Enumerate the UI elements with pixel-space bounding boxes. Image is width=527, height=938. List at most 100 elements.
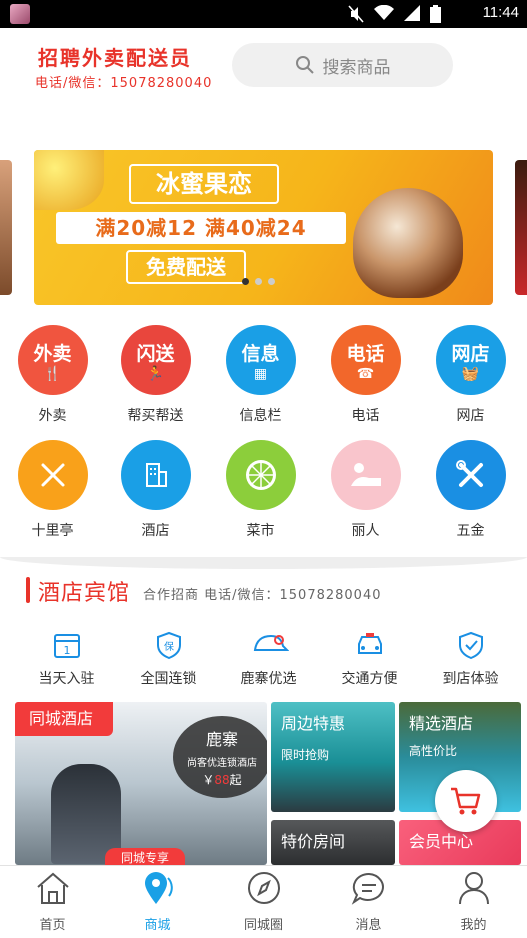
banner-title: 冰蜜果恋 bbox=[129, 164, 279, 204]
category-label: 十里亭 bbox=[31, 523, 74, 539]
svg-text:1: 1 bbox=[63, 644, 70, 657]
user-icon bbox=[458, 872, 489, 905]
feature-label: 交通方便 bbox=[341, 671, 398, 687]
banner-next-peek[interactable] bbox=[515, 160, 527, 295]
feature-item: 鹿寨优选 bbox=[216, 628, 321, 688]
category-hotel[interactable]: 酒店 bbox=[103, 440, 208, 540]
tab-profile[interactable]: 我的 bbox=[421, 870, 526, 933]
cart-button[interactable] bbox=[435, 770, 497, 832]
signal-icon bbox=[404, 5, 420, 21]
fork-knife-icon bbox=[17, 440, 88, 510]
check-shield-icon bbox=[458, 631, 483, 660]
tile-special-rooms[interactable]: 特价房间 bbox=[271, 820, 395, 865]
brand-contact: 电话/微信：15078280040 bbox=[35, 76, 213, 91]
feature-item: 交通方便 bbox=[317, 628, 422, 688]
tile-subtitle: 高性价比 bbox=[409, 744, 458, 758]
cart-icon bbox=[451, 787, 481, 815]
carousel-dots bbox=[242, 278, 275, 285]
shop-icon: 网店 🧺 bbox=[435, 325, 506, 395]
feature-item: 到店体验 bbox=[418, 628, 523, 688]
carousel-dot[interactable] bbox=[255, 278, 262, 285]
tab-label: 商城 bbox=[144, 918, 171, 933]
feature-item: 保 全国连锁 bbox=[116, 628, 221, 688]
tab-messages[interactable]: 消息 bbox=[316, 870, 421, 933]
tile-city-hotel[interactable]: 同城酒店 鹿寨 尚客优连锁酒店 ￥88起 同城专享 bbox=[15, 702, 267, 865]
category-label: 外卖 bbox=[38, 408, 67, 424]
category-label: 五金 bbox=[456, 523, 485, 539]
city-exclusive-banner: 同城专享 bbox=[105, 848, 185, 865]
tab-label: 首页 bbox=[39, 918, 66, 933]
category-label: 网店 bbox=[456, 408, 485, 424]
mute-icon bbox=[348, 5, 364, 23]
category-label: 丽人 bbox=[351, 523, 380, 539]
section-divider bbox=[0, 557, 527, 569]
search-icon bbox=[295, 56, 314, 74]
phone-icon: 电话 ☎ bbox=[330, 325, 401, 395]
tile-title: 特价房间 bbox=[281, 832, 346, 851]
search-bar[interactable]: 搜索商品 bbox=[232, 43, 453, 87]
carousel-dot[interactable] bbox=[242, 278, 249, 285]
category-label: 电话 bbox=[351, 408, 380, 424]
category-label: 菜市 bbox=[246, 523, 275, 539]
feature-item: 1 当天入驻 bbox=[14, 628, 119, 688]
banner-free-delivery: 免费配送 bbox=[126, 250, 246, 284]
section-title: 酒店宾馆 bbox=[38, 581, 131, 606]
tile-title: 精选酒店 bbox=[409, 714, 474, 733]
status-time: 11:44 bbox=[482, 4, 519, 21]
home-icon bbox=[36, 872, 69, 904]
banner-prev-peek[interactable] bbox=[0, 160, 12, 295]
category-info[interactable]: 信息 ▦ 信息栏 bbox=[208, 325, 313, 425]
category-waimai[interactable]: 外卖 🍴 外卖 bbox=[0, 325, 105, 425]
tile-subtitle: 限时抢购 bbox=[281, 748, 330, 762]
tab-mall[interactable]: 商城 bbox=[105, 870, 210, 933]
carousel-dot[interactable] bbox=[268, 278, 275, 285]
category-shansong[interactable]: 闪送 🏃 帮买帮送 bbox=[103, 325, 208, 425]
tab-city-circle[interactable]: 同城圈 bbox=[211, 870, 316, 933]
hotel-features: 1 当天入驻 保 全国连锁 鹿寨优选 交通方便 到店体验 bbox=[0, 628, 527, 688]
tab-label: 同城圈 bbox=[243, 918, 283, 933]
calendar-icon: 1 bbox=[53, 634, 80, 658]
city-hotel-tag: 同城酒店 bbox=[15, 702, 113, 736]
category-shiliting[interactable]: 十里亭 bbox=[0, 440, 105, 540]
tab-home[interactable]: 首页 bbox=[0, 870, 105, 933]
tab-label: 我的 bbox=[460, 918, 487, 933]
header: 招聘外卖配送员 电话/微信：15078280040 搜索商品 bbox=[0, 28, 527, 118]
search-placeholder: 搜索商品 bbox=[322, 57, 391, 78]
building-icon bbox=[120, 440, 191, 510]
wifi-icon bbox=[374, 5, 394, 20]
category-hardware[interactable]: 五金 bbox=[418, 440, 523, 540]
banner-deal: 满20减12 满40减24 bbox=[56, 212, 346, 244]
info-icon: 信息 ▦ bbox=[225, 325, 296, 395]
category-beauty[interactable]: 丽人 bbox=[313, 440, 418, 540]
spa-icon bbox=[330, 440, 401, 510]
category-label: 酒店 bbox=[141, 523, 170, 539]
lemon-icon bbox=[225, 440, 296, 510]
promo-price: ￥88起 bbox=[202, 773, 242, 787]
category-row: 外卖 🍴 外卖 闪送 🏃 帮买帮送 信息 ▦ 信息栏 电话 ☎ 电话 网店 🧺 网店 bbox=[0, 325, 527, 435]
drink-image bbox=[353, 188, 463, 298]
waimai-icon: 外卖 🍴 bbox=[17, 325, 88, 395]
category-market[interactable]: 菜市 bbox=[208, 440, 313, 540]
section-subtitle: 合作招商 电话/微信：15078280040 bbox=[143, 588, 382, 603]
tools-icon bbox=[435, 440, 506, 510]
battery-icon bbox=[430, 5, 441, 23]
bottom-tab-bar: 首页 商城 同城圈 消息 我的 bbox=[0, 865, 527, 938]
section-accent-bar bbox=[26, 577, 30, 603]
brand-title: 招聘外卖配送员 bbox=[38, 46, 192, 70]
feature-label: 当天入驻 bbox=[38, 671, 95, 687]
category-label: 帮买帮送 bbox=[127, 408, 184, 424]
car-icon bbox=[357, 633, 382, 654]
status-bar: 11:44 bbox=[0, 0, 527, 28]
promo-hotel-name: 鹿寨 bbox=[205, 730, 238, 749]
promo-hotel-desc: 尚客优连锁酒店 bbox=[187, 758, 257, 769]
category-shop[interactable]: 网店 🧺 网店 bbox=[418, 325, 523, 425]
tile-nearby-deals[interactable]: 周边特惠 限时抢购 bbox=[271, 702, 395, 812]
feature-label: 鹿寨优选 bbox=[240, 671, 297, 687]
app-thumbnail-icon bbox=[10, 4, 30, 24]
banner-slide[interactable]: 冰蜜果恋 满20减12 满40减24 免费配送 bbox=[34, 150, 493, 305]
banner-carousel[interactable]: 冰蜜果恋 满20减12 满40减24 免费配送 bbox=[0, 150, 527, 305]
feature-label: 到店体验 bbox=[442, 671, 499, 687]
category-label: 信息栏 bbox=[239, 408, 282, 424]
category-phone[interactable]: 电话 ☎ 电话 bbox=[313, 325, 418, 425]
svg-text:保: 保 bbox=[164, 640, 174, 653]
